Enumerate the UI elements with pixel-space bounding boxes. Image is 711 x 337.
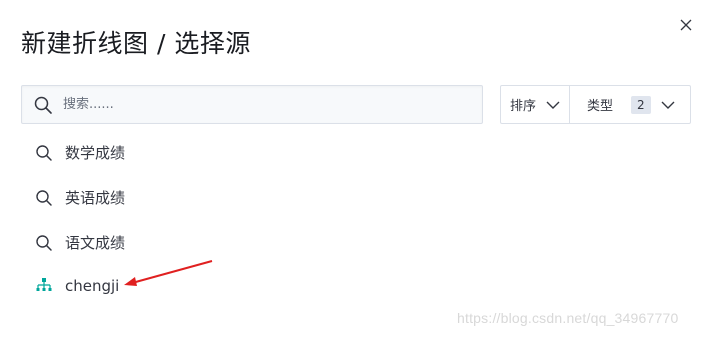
source-label: chengji [65, 277, 120, 295]
list-item[interactable]: 数学成绩 [35, 142, 125, 163]
source-label: 语文成绩 [65, 234, 126, 252]
search-icon [35, 233, 55, 253]
index-pattern-icon [35, 276, 55, 296]
source-label: 数学成绩 [65, 144, 126, 162]
new-line-chart-modal: 新建折线图 / 选择源 排序 类型 2 [0, 0, 711, 337]
sort-button[interactable]: 排序 [501, 86, 570, 123]
search-icon [33, 95, 53, 115]
chevron-down-icon [546, 100, 560, 110]
modal-title: 新建折线图 / 选择源 [21, 29, 251, 58]
annotation-arrow-icon [124, 260, 213, 286]
list-item[interactable]: chengji [35, 276, 119, 296]
type-count-badge: 2 [631, 95, 651, 114]
sort-label: 排序 [510, 99, 537, 114]
type-filter-button[interactable]: 类型 2 [570, 86, 690, 123]
watermark-text: https://blog.csdn.net/qq_34967770 [457, 310, 679, 326]
search-icon [35, 188, 55, 208]
source-label: 英语成绩 [65, 189, 126, 207]
search-icon [35, 143, 55, 163]
list-item[interactable]: 语文成绩 [35, 232, 125, 253]
close-icon [680, 19, 692, 31]
chevron-down-icon [661, 100, 675, 110]
list-item[interactable]: 英语成绩 [35, 187, 125, 208]
filter-group: 排序 类型 2 [500, 85, 691, 124]
type-label: 类型 [587, 99, 614, 114]
search-field[interactable] [21, 85, 483, 124]
close-button[interactable] [676, 15, 696, 35]
search-input[interactable] [61, 85, 482, 124]
